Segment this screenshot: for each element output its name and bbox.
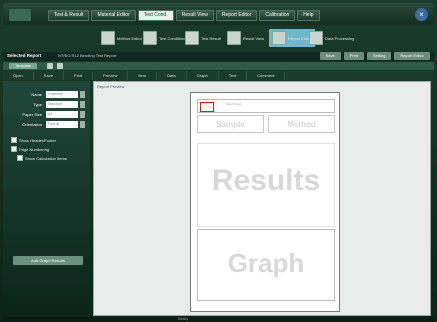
top-actions: Save Print Setting Report Editor [319, 52, 430, 60]
toolbar-label: Method Editor [117, 35, 142, 41]
add-icon[interactable] [47, 63, 53, 69]
toolbar-label: Test Conditions [159, 35, 187, 41]
view-icon [227, 31, 241, 45]
checkbox-box[interactable] [17, 155, 23, 161]
show-calculation-checkbox[interactable]: Show Calculation Items [17, 155, 67, 161]
test-conditions-button[interactable]: Test Conditions [143, 29, 186, 47]
field-label: Type [33, 102, 42, 107]
menu-item-report-editor[interactable]: Report Editor [215, 10, 258, 21]
report-editor-button[interactable]: Report Editor [269, 29, 315, 47]
toolbar-label: Data Processing [325, 35, 355, 41]
sub-boxes: Sample Method [197, 115, 335, 133]
field-label: Paper Size [22, 112, 42, 117]
print-button[interactable]: Print [343, 52, 364, 60]
toolbar-label: Test Result [201, 35, 221, 41]
result-icon [185, 31, 199, 45]
sub-open[interactable]: Open [3, 71, 34, 80]
menu-bar: Test & Result Material Editor Test Cond.… [48, 10, 320, 21]
conditions-icon [143, 31, 157, 45]
results-placeholder: Results [211, 164, 321, 197]
logo-icon [200, 102, 214, 112]
menu-item-material-editor[interactable]: Material Editor [91, 10, 136, 21]
type-field: Type Standard [7, 101, 87, 109]
menu-item-help[interactable]: Help [297, 10, 320, 21]
checkbox-box[interactable] [11, 137, 17, 143]
status-text: Ready [178, 317, 189, 321]
field-label: Orientation [22, 122, 42, 127]
result-view-button[interactable]: Result View [227, 29, 264, 47]
checkbox-label: Show Calculation Items [25, 155, 67, 161]
sub-toolbar: Open Save Print Preview Item Data Graph … [3, 71, 434, 80]
sub-save[interactable]: Save [34, 71, 64, 80]
spinner[interactable] [80, 111, 85, 118]
toolbar: Method Editor Test Conditions Test Resul… [3, 27, 434, 51]
properties-panel: Name Customer Type Standard Paper Size A… [3, 81, 90, 316]
sub-comment[interactable]: Comment [247, 71, 286, 80]
spinner[interactable] [80, 121, 85, 128]
remove-icon[interactable] [57, 63, 63, 69]
results-section[interactable]: Results [197, 143, 335, 227]
paper-size-input[interactable]: A4 [46, 111, 78, 118]
checkbox-label: Show Header/Footer [19, 137, 56, 143]
name-field: Name Customer [7, 91, 87, 99]
method-editor-button[interactable]: Method Editor [101, 29, 142, 47]
orientation-input[interactable]: Portrait [46, 121, 78, 128]
paper-size-field: Paper Size A4 [7, 111, 87, 119]
field-label: Name [31, 92, 42, 97]
orientation-field: Orientation Portrait [7, 121, 87, 129]
sub-data[interactable]: Data [157, 71, 187, 80]
name-input[interactable]: Customer [46, 91, 78, 98]
menu-item-result-view[interactable]: Result View [175, 10, 214, 21]
show-header-checkbox[interactable]: Show Header/Footer [11, 137, 56, 143]
toolbar-label: Result View [243, 35, 265, 41]
page-header-text: Test Report [226, 102, 242, 106]
report-page: Test Report Sample Method Results Graph [190, 92, 340, 312]
data-processing-button[interactable]: Data Processing [309, 29, 354, 47]
info-row: Selected Report NTRIO R12 Bending Test R… [3, 52, 434, 61]
sub-print[interactable]: Print [64, 71, 94, 80]
preview-title: Report Preview [97, 84, 125, 89]
page-numbering-checkbox[interactable]: Page Numbering [11, 146, 49, 152]
close-button[interactable]: × [415, 8, 428, 21]
add-graph-results-button[interactable]: Add Graph Results [13, 256, 83, 265]
graph-section[interactable]: Graph [197, 229, 335, 301]
sub-preview[interactable]: Preview [93, 71, 129, 80]
app-window: Test & Result Material Editor Test Cond.… [0, 0, 437, 322]
type-input[interactable]: Standard [46, 101, 78, 108]
title-bar: Test & Result Material Editor Test Cond.… [3, 3, 434, 25]
report-icon [272, 31, 286, 45]
report-preview-area: Report Preview Test Report Sample Method… [93, 81, 431, 316]
method-icon [101, 31, 115, 45]
setting-button[interactable]: Setting [366, 52, 392, 60]
processing-icon [309, 31, 323, 45]
sub-item[interactable]: Item [128, 71, 158, 80]
selected-report-value: NTRIO R12 Bending Test Report [58, 53, 117, 58]
spinner[interactable] [80, 101, 85, 108]
sub-graph[interactable]: Graph [187, 71, 219, 80]
app-logo [9, 9, 31, 21]
sample-box[interactable]: Sample [197, 115, 264, 133]
sub-text[interactable]: Text [219, 71, 248, 80]
test-result-button[interactable]: Test Result [185, 29, 221, 47]
checkbox-box[interactable] [11, 146, 17, 152]
status-bar: Ready [3, 317, 434, 322]
menu-item-test-cond[interactable]: Test Cond. [137, 10, 174, 21]
menu-item-test-result[interactable]: Test & Result [48, 10, 90, 21]
spinner[interactable] [80, 91, 85, 98]
save-button[interactable]: Save [319, 52, 341, 60]
page-header[interactable]: Test Report [197, 99, 335, 113]
selected-report-label: Selected Report [7, 53, 42, 58]
tab-strip: Template [3, 62, 434, 70]
tab-template[interactable]: Template [9, 63, 38, 69]
report-editor-action-button[interactable]: Report Editor [394, 52, 430, 60]
checkbox-label: Page Numbering [19, 146, 50, 152]
graph-placeholder: Graph [227, 248, 305, 278]
method-box[interactable]: Method [268, 115, 335, 133]
menu-item-calibration[interactable]: Calibration [259, 10, 296, 21]
